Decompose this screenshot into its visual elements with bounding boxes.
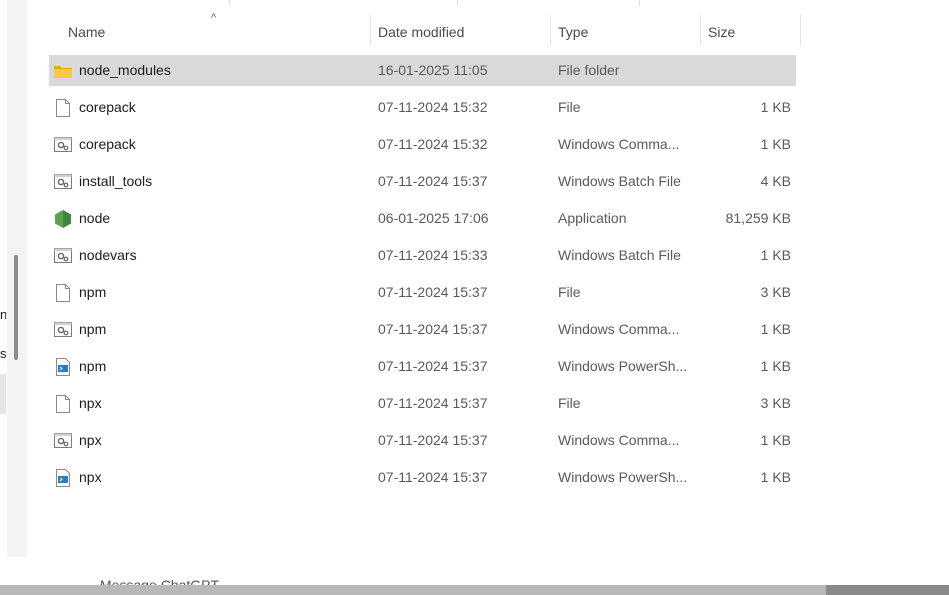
file-size xyxy=(708,55,791,86)
file-type: File xyxy=(558,99,581,115)
file-row[interactable]: npx 07-11-2024 15:37 Windows PowerSh... 1 K… xyxy=(49,462,796,493)
powershell-icon xyxy=(53,468,73,488)
file-type: Windows PowerSh... xyxy=(558,469,688,485)
nodejs-icon xyxy=(53,209,73,229)
file-row[interactable]: node_modules 16-01-2025 11:05 File folder xyxy=(49,55,796,86)
file-date-modified: 07-11-2024 15:32 xyxy=(378,136,488,152)
file-name: npx xyxy=(79,395,102,411)
file-size: 1 KB xyxy=(760,358,791,374)
file-size: 3 KB xyxy=(760,395,791,411)
column-header-date-modified[interactable]: Date modified xyxy=(378,15,548,46)
file-name: install_tools xyxy=(79,173,153,189)
navigation-selected-item[interactable] xyxy=(0,374,6,414)
file-name: corepack xyxy=(79,99,136,115)
file-type: File folder xyxy=(558,62,620,78)
column-header-row: ^ Name Date modified Type Size xyxy=(27,12,949,49)
toolbar-divider xyxy=(229,0,230,6)
file-size: 1 KB xyxy=(760,247,791,263)
file-icon xyxy=(53,394,73,414)
file-date-modified: 07-11-2024 15:33 xyxy=(378,247,488,263)
navigation-scrollbar[interactable] xyxy=(14,255,18,360)
file-row[interactable]: corepack 07-11-2024 15:32 Windows Comma...… xyxy=(49,129,796,160)
column-header-size[interactable]: Size xyxy=(708,15,798,46)
toolbar-strip xyxy=(0,0,949,16)
file-row[interactable]: nodevars 07-11-2024 15:33 Windows Batch Fi… xyxy=(49,240,796,271)
file-size: 1 KB xyxy=(760,136,791,152)
script-icon xyxy=(53,172,73,192)
file-type: Application xyxy=(558,210,627,226)
file-date-modified: 07-11-2024 15:37 xyxy=(378,358,488,374)
file-date-modified: 07-11-2024 15:37 xyxy=(378,432,488,448)
file-size: 81,259 KB xyxy=(725,210,791,226)
column-divider[interactable] xyxy=(370,15,371,46)
file-type: Windows Comma... xyxy=(558,321,680,337)
file-date-modified: 06-01-2025 17:06 xyxy=(378,210,489,226)
column-header-name[interactable]: Name xyxy=(68,15,368,46)
file-row[interactable]: npm 07-11-2024 15:37 Windows PowerSh... 1 K… xyxy=(49,351,796,382)
file-name: npm xyxy=(79,358,107,374)
file-name: npm xyxy=(79,284,107,300)
script-icon xyxy=(53,431,73,451)
file-date-modified: 07-11-2024 15:37 xyxy=(378,321,488,337)
column-divider[interactable] xyxy=(700,15,701,46)
navigation-item-label[interactable]: s xyxy=(0,346,6,361)
file-icon xyxy=(53,283,73,303)
column-divider[interactable] xyxy=(800,15,801,46)
file-type: Windows PowerSh... xyxy=(558,358,688,374)
script-icon xyxy=(53,320,73,340)
toolbar-divider xyxy=(639,0,640,6)
file-type: File xyxy=(558,284,581,300)
powershell-icon xyxy=(53,357,73,377)
file-name: npx xyxy=(79,469,102,485)
file-type: Windows Comma... xyxy=(558,136,680,152)
column-divider[interactable] xyxy=(550,15,551,46)
file-size: 1 KB xyxy=(760,469,791,485)
file-type: Windows Batch File xyxy=(558,173,681,189)
file-name: npx xyxy=(79,432,102,448)
file-date-modified: 16-01-2025 11:05 xyxy=(378,62,488,78)
script-icon xyxy=(53,135,73,155)
file-date-modified: 07-11-2024 15:37 xyxy=(378,284,488,300)
file-type: File xyxy=(558,395,581,411)
file-row[interactable]: npm 07-11-2024 15:37 Windows Comma... 1 KB xyxy=(49,314,796,345)
file-type: Windows Comma... xyxy=(558,432,680,448)
script-icon xyxy=(53,246,73,266)
file-name: corepack xyxy=(79,136,136,152)
file-date-modified: 07-11-2024 15:37 xyxy=(378,173,488,189)
folder-icon xyxy=(53,61,73,81)
file-size: 1 KB xyxy=(760,321,791,337)
file-row[interactable]: corepack 07-11-2024 15:32 File 1 KB xyxy=(49,92,796,123)
navigation-pane: n s xyxy=(0,0,27,557)
file-date-modified: 07-11-2024 15:37 xyxy=(378,395,488,411)
file-name: node_modules xyxy=(79,62,171,78)
file-name: node xyxy=(79,210,111,226)
file-date-modified: 07-11-2024 15:32 xyxy=(378,99,488,115)
file-row[interactable]: install_tools 07-11-2024 15:37 Windows Bat… xyxy=(49,166,796,197)
file-row[interactable]: node 06-01-2025 17:06 Application 81,259 KB xyxy=(49,203,796,234)
taskbar-edge xyxy=(0,585,949,595)
column-header-type[interactable]: Type xyxy=(558,15,698,46)
file-size: 1 KB xyxy=(760,99,791,115)
file-name: npm xyxy=(79,321,107,337)
file-date-modified: 07-11-2024 15:37 xyxy=(378,469,488,485)
navigation-item-label[interactable]: n xyxy=(0,307,6,322)
file-row[interactable]: npx 07-11-2024 15:37 Windows Comma... 1 KB xyxy=(49,425,796,456)
file-size: 4 KB xyxy=(760,173,791,189)
file-size: 3 KB xyxy=(760,284,791,300)
file-row[interactable]: npm 07-11-2024 15:37 File 3 KB xyxy=(49,277,796,308)
file-row[interactable]: npx 07-11-2024 15:37 File 3 KB xyxy=(49,388,796,419)
file-list: ^ Name Date modified Type Size node_modu… xyxy=(27,12,949,557)
file-name: nodevars xyxy=(79,247,137,263)
file-icon xyxy=(53,98,73,118)
file-size: 1 KB xyxy=(760,432,791,448)
toolbar-divider xyxy=(457,0,458,6)
file-type: Windows Batch File xyxy=(558,247,681,263)
